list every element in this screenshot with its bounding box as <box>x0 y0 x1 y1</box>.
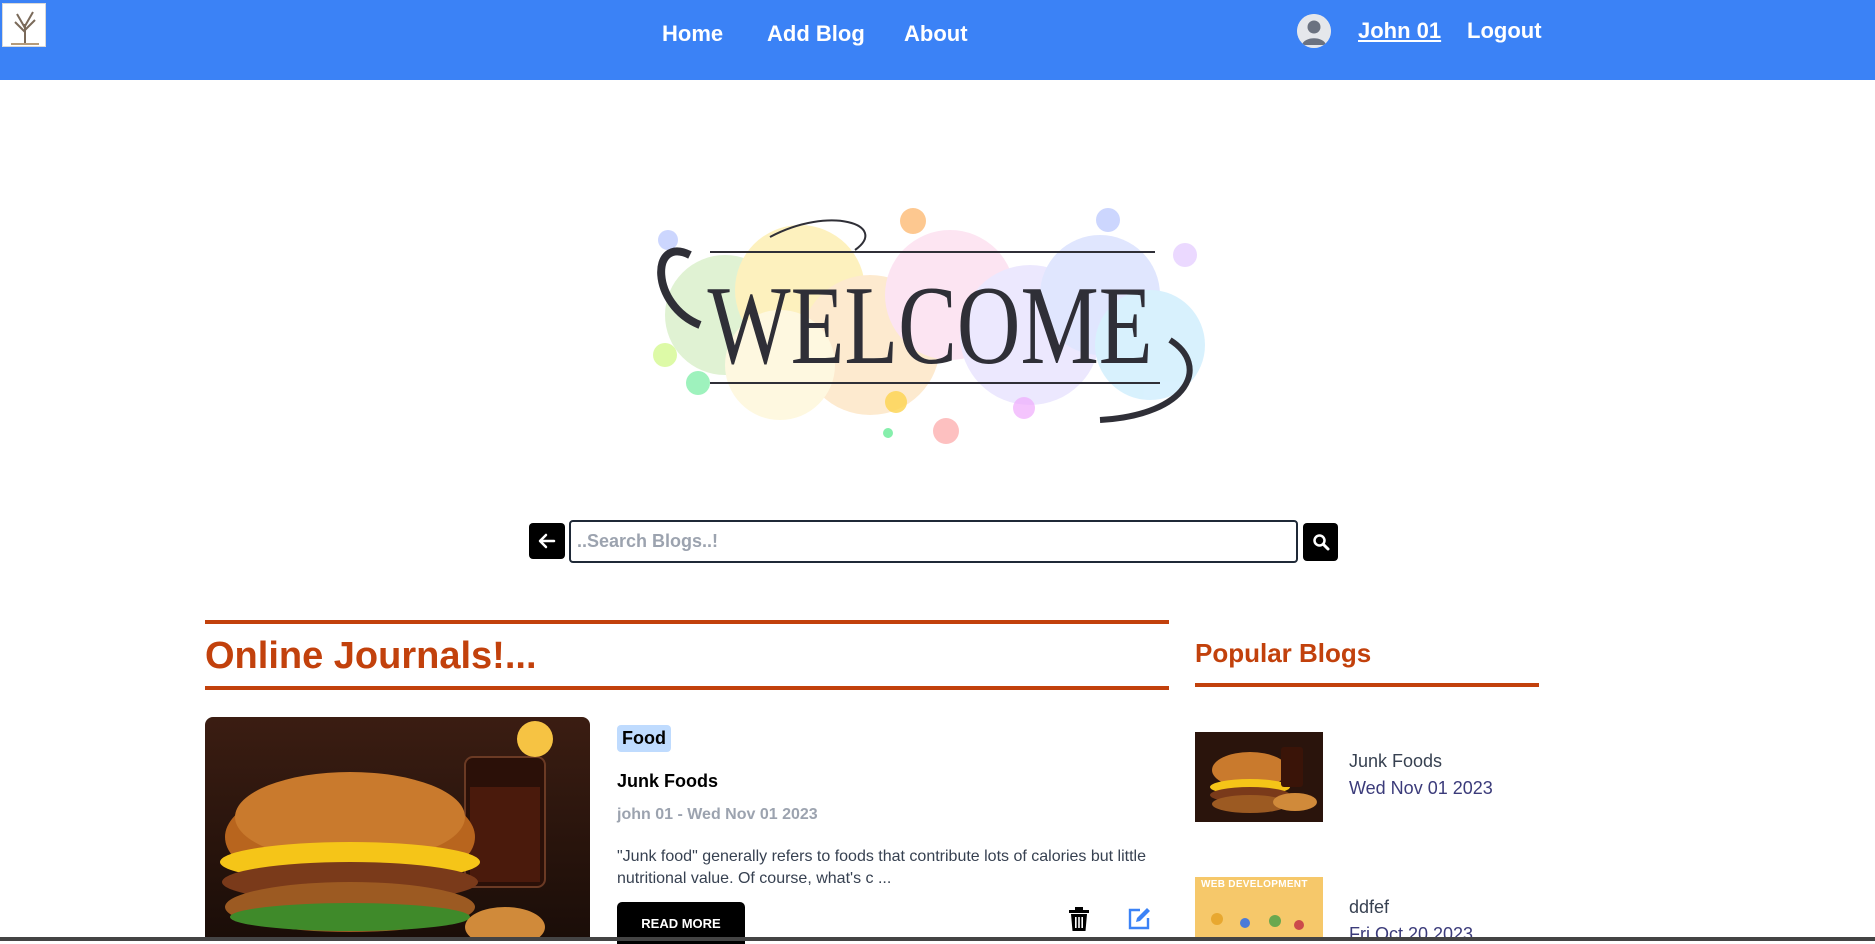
section-heading: Online Journals!... <box>205 620 1169 690</box>
popular-blog-thumbnail[interactable] <box>1195 732 1323 822</box>
thumbnail-caption: WEB DEVELOPMENT <box>1201 879 1308 890</box>
nav-about-link[interactable]: About <box>904 21 968 47</box>
popular-blogs-heading-text: Popular Blogs <box>1195 638 1372 668</box>
search-icon <box>1312 534 1329 551</box>
welcome-text: WELCOME <box>708 264 1153 388</box>
logout-link[interactable]: Logout <box>1467 18 1542 44</box>
delete-post-button[interactable] <box>1066 906 1092 932</box>
welcome-illustration: WELCOME <box>653 208 1205 444</box>
post-image[interactable] <box>205 717 590 941</box>
popular-blog-title[interactable]: ddfef <box>1349 897 1389 918</box>
user-profile-link[interactable]: John 01 <box>1358 18 1441 44</box>
category-badge[interactable]: Food <box>617 725 671 752</box>
tree-logo-icon <box>3 4 45 46</box>
popular-blog-item[interactable]: Junk Foods Wed Nov 01 2023 <box>1195 732 1539 827</box>
popular-blog-date: Wed Nov 01 2023 <box>1349 778 1493 798</box>
search-back-button[interactable] <box>529 523 565 559</box>
section-heading-text: Online Journals!... <box>205 635 537 677</box>
nav-add-blog-link[interactable]: Add Blog <box>767 21 865 47</box>
burger-image <box>205 717 590 941</box>
user-avatar-icon <box>1297 14 1331 48</box>
burger-thumbnail-image <box>1195 732 1323 822</box>
user-avatar[interactable] <box>1297 14 1331 48</box>
arrow-left-icon <box>538 533 556 549</box>
search-button[interactable] <box>1303 523 1338 561</box>
top-navbar: Home Add Blog About John 01 Logout <box>0 0 1875 80</box>
nav-home-link[interactable]: Home <box>662 21 723 47</box>
site-logo[interactable] <box>2 3 46 47</box>
post-meta: john 01 - Wed Nov 01 2023 <box>617 806 818 823</box>
popular-blog-thumbnail[interactable]: WEB DEVELOPMENT <box>1195 877 1323 941</box>
popular-blogs-heading: Popular Blogs <box>1195 638 1539 687</box>
edit-post-button[interactable] <box>1126 906 1152 932</box>
edit-icon <box>1128 908 1150 930</box>
post-excerpt: "Junk food" generally refers to foods th… <box>617 848 1146 887</box>
popular-blog-title[interactable]: Junk Foods <box>1349 751 1442 772</box>
trash-icon <box>1069 907 1089 931</box>
post-title[interactable]: Junk Foods <box>617 771 718 792</box>
search-input[interactable] <box>569 520 1298 563</box>
popular-blog-item[interactable]: WEB DEVELOPMENT ddfef Fri Oct 20 2023 <box>1195 877 1539 941</box>
page-bottom-border <box>0 937 1875 941</box>
welcome-banner: WELCOME <box>630 195 1230 460</box>
